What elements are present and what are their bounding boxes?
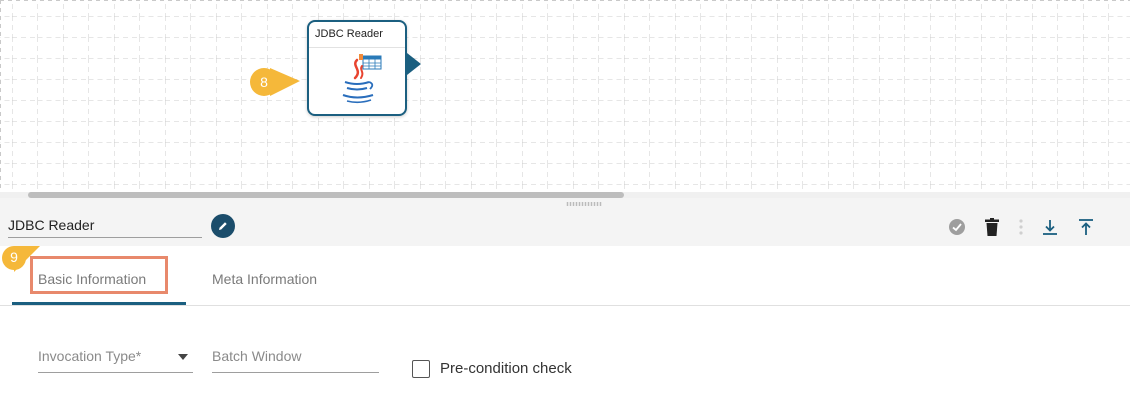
precondition-label: Pre-condition check [440,360,572,377]
invocation-type-select[interactable]: Invocation Type* [38,348,141,364]
tab-meta-information[interactable]: Meta Information [212,264,317,294]
trash-icon [985,218,999,236]
delete-button[interactable] [982,216,1002,238]
vertical-dots-icon [1019,219,1023,235]
download-button[interactable] [1040,216,1060,238]
component-name-input[interactable] [8,212,202,238]
edit-name-button[interactable] [211,214,235,238]
jdbc-reader-node[interactable]: JDBC Reader [307,20,407,116]
pipeline-canvas[interactable] [0,0,1130,196]
active-tab-indicator [12,302,186,305]
precondition-checkbox[interactable] [412,360,430,378]
batch-window-underline [212,372,379,373]
pencil-icon [219,222,227,230]
canvas-grid [0,0,1130,190]
java-icon [342,54,382,104]
node-title: JDBC Reader [309,22,405,48]
tab-highlight-box [30,256,168,294]
more-options-button[interactable] [1014,216,1028,238]
check-circle-icon [949,219,965,235]
chevron-down-icon [178,354,188,360]
node-output-port[interactable] [407,53,421,75]
step-badge-9-label: 9 [10,249,18,265]
upload-icon [1079,219,1093,235]
batch-window-input[interactable]: Batch Window [212,348,301,364]
step-badge-8-label: 8 [260,74,268,90]
upload-button[interactable] [1076,216,1096,238]
tab-bar [0,246,1130,306]
panel-resize-handle[interactable] [566,202,602,206]
validate-button[interactable] [946,216,968,238]
download-icon [1043,220,1057,235]
invocation-type-underline [38,372,193,373]
